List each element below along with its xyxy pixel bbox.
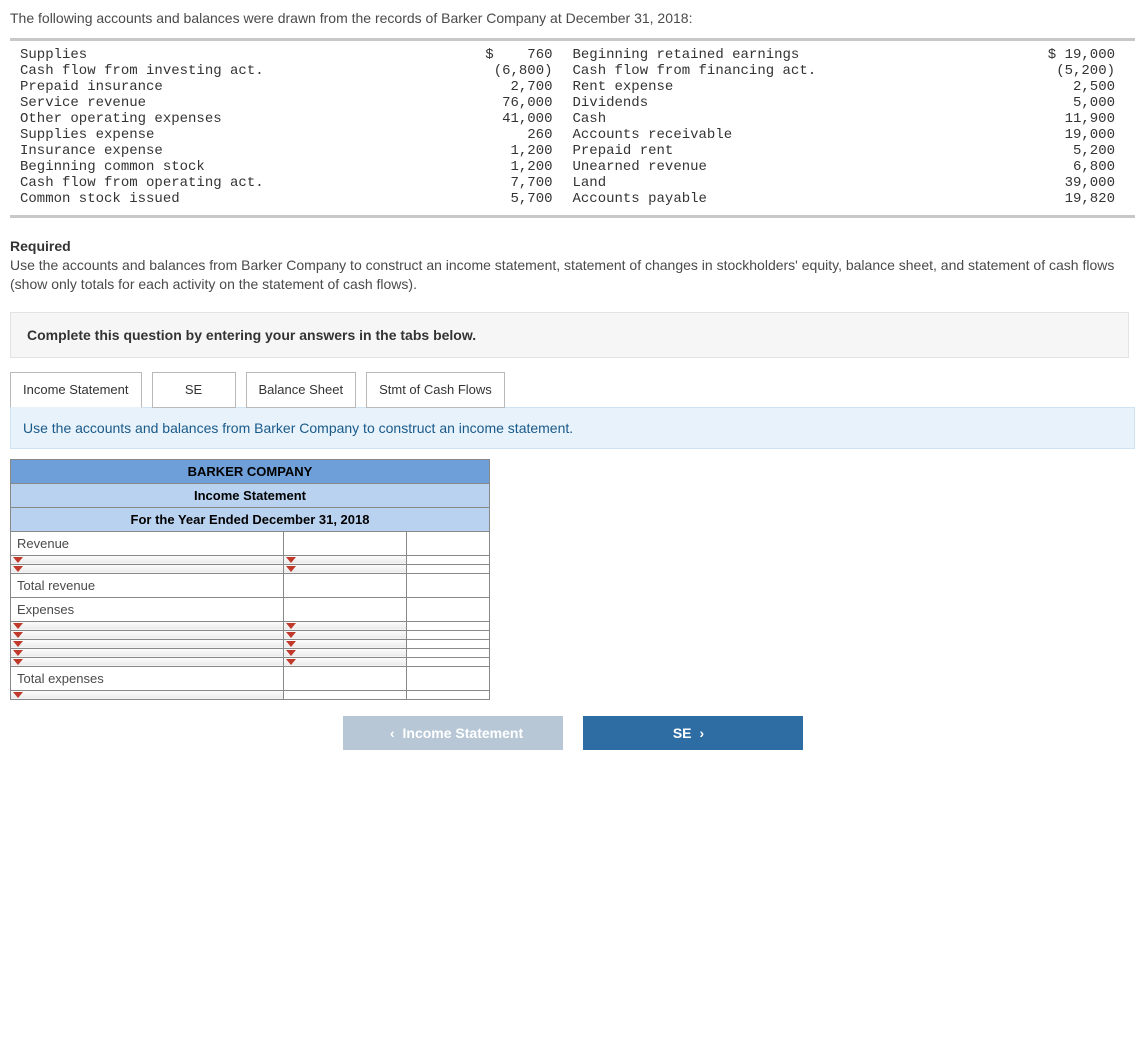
prev-label: Income Statement xyxy=(403,725,524,741)
intro-text: The following accounts and balances were… xyxy=(10,10,1135,26)
required-heading: Required xyxy=(10,238,1135,254)
tab-label: Balance Sheet xyxy=(259,382,344,397)
dropdown-account[interactable] xyxy=(11,630,284,639)
accounts-table: Supplies Cash flow from investing act. P… xyxy=(10,38,1135,218)
tab-stmt-cash-flows[interactable]: Stmt of Cash Flows xyxy=(366,372,505,408)
row-revenue-label: Revenue xyxy=(11,531,284,555)
tab-label: Stmt of Cash Flows xyxy=(379,382,492,397)
caret-down-icon xyxy=(286,641,296,647)
ws-company: BARKER COMPANY xyxy=(11,459,490,483)
dropdown-amount[interactable] xyxy=(284,648,407,657)
cell[interactable] xyxy=(407,639,490,648)
caret-down-icon xyxy=(13,623,23,629)
tab-balance-sheet[interactable]: Balance Sheet xyxy=(246,372,357,408)
dropdown-account[interactable] xyxy=(11,621,284,630)
dropdown-account[interactable] xyxy=(11,564,284,573)
caret-down-icon xyxy=(286,557,296,563)
caret-down-icon xyxy=(13,557,23,563)
chevron-right-icon: › xyxy=(700,725,705,741)
caret-down-icon xyxy=(13,566,23,572)
answer-instruction: Complete this question by entering your … xyxy=(10,312,1129,358)
cell[interactable] xyxy=(407,690,490,699)
tab-se[interactable]: SE xyxy=(152,372,236,408)
caret-down-icon xyxy=(13,659,23,665)
caret-down-icon xyxy=(286,659,296,665)
tab-label: SE xyxy=(185,382,202,397)
cell[interactable] xyxy=(407,657,490,666)
cell[interactable] xyxy=(407,648,490,657)
cell[interactable] xyxy=(284,573,407,597)
cell[interactable] xyxy=(284,690,407,699)
nav-buttons: ‹ Income Statement SE › xyxy=(10,716,1135,750)
row-total-revenue-label: Total revenue xyxy=(11,573,284,597)
tab-income-statement[interactable]: Income Statement xyxy=(10,372,142,408)
caret-down-icon xyxy=(286,632,296,638)
caret-down-icon xyxy=(286,566,296,572)
dropdown-account[interactable] xyxy=(11,648,284,657)
row-expenses-label: Expenses xyxy=(11,597,284,621)
dropdown-amount[interactable] xyxy=(284,564,407,573)
worksheet: BARKER COMPANY Income Statement For the … xyxy=(10,459,1135,700)
cell[interactable] xyxy=(284,531,407,555)
dropdown-account[interactable] xyxy=(11,555,284,564)
cell[interactable] xyxy=(407,630,490,639)
dropdown-amount[interactable] xyxy=(284,639,407,648)
cell[interactable] xyxy=(407,531,490,555)
dropdown-amount[interactable] xyxy=(284,630,407,639)
ws-title: Income Statement xyxy=(11,483,490,507)
prev-button[interactable]: ‹ Income Statement xyxy=(343,716,563,750)
chevron-left-icon: ‹ xyxy=(390,725,395,741)
tab-label: Income Statement xyxy=(23,382,129,397)
dropdown-account[interactable] xyxy=(11,639,284,648)
cell[interactable] xyxy=(407,621,490,630)
caret-down-icon xyxy=(13,641,23,647)
caret-down-icon xyxy=(13,650,23,656)
cell[interactable] xyxy=(284,597,407,621)
cell[interactable] xyxy=(407,555,490,564)
caret-down-icon xyxy=(13,632,23,638)
dropdown-amount[interactable] xyxy=(284,555,407,564)
caret-down-icon xyxy=(13,692,23,698)
cell[interactable] xyxy=(284,666,407,690)
cell[interactable] xyxy=(407,564,490,573)
dropdown-amount[interactable] xyxy=(284,657,407,666)
cell[interactable] xyxy=(407,666,490,690)
next-label: SE xyxy=(673,725,692,741)
caret-down-icon xyxy=(286,650,296,656)
cell[interactable] xyxy=(407,573,490,597)
dropdown-account[interactable] xyxy=(11,657,284,666)
dropdown-amount[interactable] xyxy=(284,621,407,630)
tab-instruction: Use the accounts and balances from Barke… xyxy=(10,407,1135,449)
required-text: Use the accounts and balances from Barke… xyxy=(10,256,1135,294)
row-total-expenses-label: Total expenses xyxy=(11,666,284,690)
caret-down-icon xyxy=(286,623,296,629)
dropdown-account[interactable] xyxy=(11,690,284,699)
tab-bar: Income Statement SE Balance Sheet Stmt o… xyxy=(10,372,1135,408)
ws-period: For the Year Ended December 31, 2018 xyxy=(11,507,490,531)
cell[interactable] xyxy=(407,597,490,621)
next-button[interactable]: SE › xyxy=(583,716,803,750)
